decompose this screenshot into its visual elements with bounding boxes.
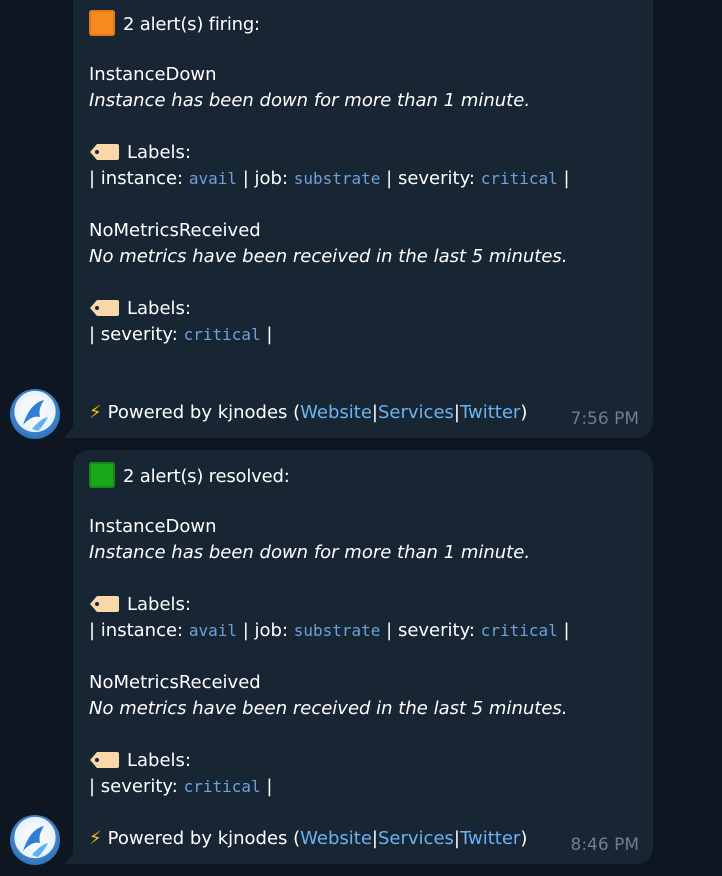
- label-value[interactable]: substrate: [294, 621, 381, 640]
- label-tag-icon: [89, 751, 119, 769]
- lightning-icon: ⚡: [89, 828, 102, 849]
- label-tag-icon: [89, 299, 119, 317]
- avatar-logo-icon: [23, 400, 48, 431]
- bot-avatar[interactable]: [10, 815, 60, 865]
- lightning-icon: ⚡: [89, 402, 102, 423]
- alert-description: Instance has been down for more than 1 m…: [89, 542, 531, 563]
- alert-description: Instance has been down for more than 1 m…: [89, 90, 531, 111]
- message-time: 8:46 PM: [570, 835, 640, 855]
- message-bubble[interactable]: 2 alert(s) firing: InstanceDown Instance…: [64, 0, 653, 438]
- green-square-icon: [89, 462, 115, 488]
- labels-title: Labels:: [89, 141, 191, 165]
- label-tag-icon: [89, 143, 119, 161]
- alert-description: No metrics have been received in the las…: [89, 246, 568, 267]
- footer: ⚡ Powered by kjnodes (Website|Services|Tw…: [89, 828, 528, 849]
- footer: ⚡ Powered by kjnodes (Website|Services|Tw…: [89, 402, 528, 423]
- label-value[interactable]: avail: [189, 621, 237, 640]
- label-value[interactable]: critical: [481, 621, 558, 640]
- label-value[interactable]: critical: [481, 169, 558, 188]
- bubble-tail: [64, 850, 76, 864]
- website-link[interactable]: Website: [300, 402, 372, 423]
- alert-header: 2 alert(s) firing:: [89, 10, 260, 37]
- alert-name: InstanceDown: [89, 64, 217, 85]
- message-time: 7:56 PM: [570, 409, 640, 429]
- bot-avatar[interactable]: [10, 389, 60, 439]
- twitter-link[interactable]: Twitter: [460, 402, 520, 423]
- bubble-tail: [64, 424, 76, 438]
- labels-title: Labels:: [89, 297, 191, 321]
- header-text: 2 alert(s) resolved:: [123, 466, 290, 487]
- website-link[interactable]: Website: [300, 828, 372, 849]
- services-link[interactable]: Services: [378, 402, 454, 423]
- label-value[interactable]: critical: [184, 777, 261, 796]
- label-tag-icon: [89, 595, 119, 613]
- message-bubble[interactable]: 2 alert(s) resolved: InstanceDown Instan…: [64, 450, 653, 864]
- label-value[interactable]: critical: [184, 325, 261, 344]
- alert-description: No metrics have been received in the las…: [89, 698, 568, 719]
- alert-header: 2 alert(s) resolved:: [89, 462, 290, 489]
- labels-line: | severity: critical |: [89, 324, 273, 345]
- labels-line: | instance: avail | job: substrate | sev…: [89, 168, 570, 189]
- alert-name: NoMetricsReceived: [89, 220, 261, 241]
- alert-name: InstanceDown: [89, 516, 217, 537]
- twitter-link[interactable]: Twitter: [460, 828, 520, 849]
- labels-line: | instance: avail | job: substrate | sev…: [89, 620, 570, 641]
- labels-title: Labels:: [89, 593, 191, 617]
- label-value[interactable]: avail: [189, 169, 237, 188]
- services-link[interactable]: Services: [378, 828, 454, 849]
- alert-name: NoMetricsReceived: [89, 672, 261, 693]
- labels-title: Labels:: [89, 749, 191, 773]
- avatar-logo-icon: [23, 826, 48, 857]
- label-value[interactable]: substrate: [294, 169, 381, 188]
- header-text: 2 alert(s) firing:: [123, 14, 260, 35]
- labels-line: | severity: critical |: [89, 776, 273, 797]
- orange-square-icon: [89, 10, 115, 36]
